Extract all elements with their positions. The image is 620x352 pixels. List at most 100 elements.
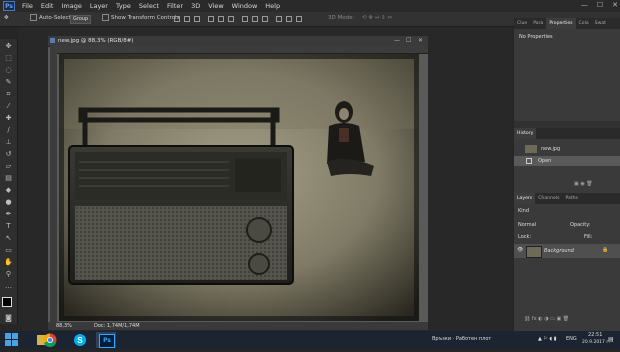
align-top-icon[interactable] [174, 16, 180, 22]
menu-view[interactable]: View [208, 1, 223, 11]
notifications-icon[interactable]: ▤ [608, 336, 614, 343]
type-tool-icon[interactable]: T [4, 223, 13, 230]
healing-brush-tool-icon[interactable]: ✚ [4, 115, 13, 122]
align-bottom-icon[interactable] [194, 16, 200, 22]
tab-paths[interactable]: Paths [562, 193, 581, 204]
align-middle-icon[interactable] [184, 16, 190, 22]
align-center-icon[interactable] [218, 16, 224, 22]
no-properties-text: No Properties [519, 34, 553, 40]
tab-swatches[interactable]: Swat [592, 18, 609, 29]
distribute-middle-icon[interactable] [252, 16, 258, 22]
doc-maximize-button[interactable]: ☐ [406, 37, 411, 44]
photoshop-taskbar-icon[interactable]: Ps [96, 332, 116, 348]
skype-taskbar-icon[interactable]: S [70, 332, 90, 348]
distribute-top-icon[interactable] [242, 16, 248, 22]
eyedropper-tool-icon[interactable]: ⁄ [4, 103, 13, 110]
eraser-tool-icon[interactable]: ▱ [4, 163, 13, 170]
path-selection-tool-icon[interactable]: ↖ [4, 235, 13, 242]
move-tool-icon[interactable]: ✥ [4, 14, 9, 23]
marquee-tool-icon[interactable]: ⬚ [4, 55, 13, 62]
clone-stamp-tool-icon[interactable]: ⊥ [4, 139, 13, 146]
image-canvas[interactable] [59, 54, 419, 321]
layer-row[interactable]: 👁 Background 🔒 [514, 244, 620, 258]
menu-3d[interactable]: 3D [191, 1, 200, 11]
minimize-button[interactable]: — [581, 1, 588, 9]
brush-tool-icon[interactable]: ∕ [4, 127, 13, 134]
menu-layer[interactable]: Layer [90, 1, 108, 11]
tab-history[interactable]: History [514, 128, 537, 139]
taskbar-toolbar-text[interactable]: Връзки · Работен плот [432, 336, 491, 342]
opacity-label: Opacity: [570, 222, 591, 228]
doc-close-button[interactable]: ✕ [418, 37, 423, 44]
align-right-icon[interactable] [228, 16, 234, 22]
layers-actions[interactable]: ⛓ fx ◐ ◑ ▭ ▣ 🗑 [524, 316, 569, 322]
distribute-bottom-icon[interactable] [262, 16, 268, 22]
zoom-level[interactable]: 88,3% [56, 322, 72, 330]
chrome-taskbar-icon[interactable] [40, 332, 60, 348]
snapshot-label: new.jpg [541, 146, 561, 152]
dodge-tool-icon[interactable]: ● [4, 199, 13, 206]
clock-time[interactable]: 22:51 [588, 332, 602, 338]
right-panels: Clue Para Properties Cola Swat No Proper… [514, 18, 620, 331]
auto-select-checkbox[interactable]: Auto-Select: [30, 14, 73, 23]
blur-tool-icon[interactable]: ◆ [4, 187, 13, 194]
distribute-center-icon[interactable] [286, 16, 292, 22]
tray-icons[interactable]: ▲ ⚐ ◖ ▮ [538, 336, 556, 342]
tab-character[interactable]: Clue [514, 18, 530, 29]
menu-file[interactable]: File [22, 1, 33, 11]
lock-icon: 🔒 [602, 247, 609, 253]
foreground-color-swatch[interactable] [2, 297, 12, 307]
fill-label: Fill: [584, 234, 593, 240]
menu-bar: Ps File Edit Image Layer Type Select Fil… [0, 0, 620, 12]
quick-select-tool-icon[interactable]: ✎ [4, 79, 13, 86]
start-button[interactable] [2, 332, 22, 348]
document-icon [50, 38, 55, 43]
hand-tool-icon[interactable]: ✋ [4, 259, 13, 266]
doc-size-info[interactable]: Doc: 1,74M/1,74M [94, 322, 140, 330]
crop-tool-icon[interactable]: ⌗ [4, 91, 13, 98]
quick-mask-icon[interactable]: ◙ [4, 315, 13, 322]
menu-image[interactable]: Image [61, 1, 81, 11]
menu-select[interactable]: Select [139, 1, 159, 11]
maximize-button[interactable]: ☐ [597, 1, 603, 9]
history-brush-tool-icon[interactable]: ↺ [4, 151, 13, 158]
shape-tool-icon[interactable]: ▭ [4, 247, 13, 254]
photoshop-logo-icon: Ps [3, 1, 15, 11]
auto-select-dropdown[interactable]: Group [70, 15, 92, 24]
snapshot-thumbnail [525, 145, 537, 153]
doc-minimize-button[interactable]: — [394, 37, 400, 44]
distribute-left-icon[interactable] [276, 16, 282, 22]
layer-name: Background [544, 248, 574, 254]
tab-color[interactable]: Cola [576, 18, 592, 29]
tab-layers[interactable]: Layers [514, 193, 536, 204]
pen-tool-icon[interactable]: ✒ [4, 211, 13, 218]
language-indicator[interactable]: ENG [566, 336, 577, 342]
kind-filter[interactable]: Kind [518, 208, 529, 214]
align-left-icon[interactable] [208, 16, 214, 22]
distribute-right-icon[interactable] [296, 16, 302, 22]
menu-window[interactable]: Window [232, 1, 258, 11]
history-item[interactable]: Open [514, 156, 620, 166]
tab-paragraph[interactable]: Para [530, 18, 546, 29]
history-actions[interactable]: ▣ ◉ 🗑 [574, 181, 593, 187]
close-button[interactable]: ✕ [612, 1, 618, 9]
menu-filter[interactable]: Filter [167, 1, 183, 11]
zoom-tool-icon[interactable]: ⚲ [4, 271, 13, 278]
gradient-tool-icon[interactable]: ▤ [4, 175, 13, 182]
menu-edit[interactable]: Edit [41, 1, 54, 11]
menu-help[interactable]: Help [265, 1, 280, 11]
history-snapshot[interactable]: new.jpg [517, 143, 617, 155]
properties-tabs: Clue Para Properties Cola Swat [514, 18, 620, 29]
move-tool-icon[interactable]: ✥ [4, 43, 13, 50]
more-tools-icon[interactable]: … [4, 283, 13, 290]
blend-mode-dropdown[interactable]: Normal [518, 222, 536, 228]
tab-channels[interactable]: Channels [535, 193, 562, 204]
3d-rotate-icon[interactable]: ⟲ ✥ ↔ ⇕ ⇔ [362, 14, 392, 23]
clock-date[interactable]: 20.9.2017 г. [582, 340, 610, 345]
tab-properties[interactable]: Properties [546, 18, 576, 29]
menu-type[interactable]: Type [116, 1, 131, 11]
visibility-eye-icon[interactable]: 👁 [517, 247, 523, 253]
show-transform-checkbox[interactable]: Show Transform Controls [102, 14, 179, 23]
lasso-tool-icon[interactable]: ◌ [4, 67, 13, 74]
main-menu: File Edit Image Layer Type Select Filter… [22, 1, 288, 11]
